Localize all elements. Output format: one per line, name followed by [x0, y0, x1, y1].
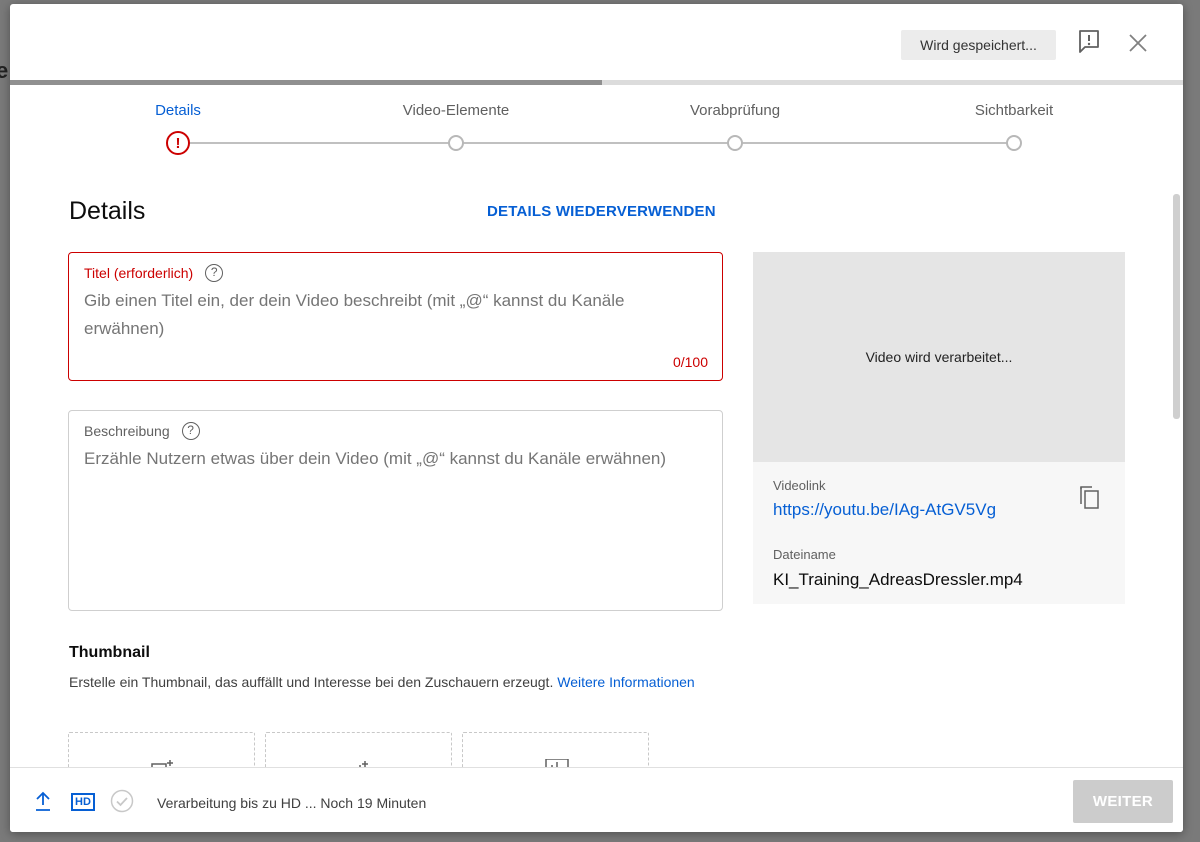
- copy-icon[interactable]: [1078, 484, 1100, 510]
- video-preview-panel: Video wird verarbeitet... Videolink http…: [753, 252, 1125, 604]
- title-char-counter: 0/100: [672, 354, 708, 370]
- hd-badge[interactable]: HD: [71, 793, 95, 811]
- thumbnail-description: Erstelle ein Thumbnail, das auffällt und…: [69, 670, 709, 694]
- title-field-label-text: Titel (erforderlich): [84, 265, 194, 281]
- thumbnail-description-text: Erstelle ein Thumbnail, das auffällt und…: [69, 674, 554, 690]
- scrollbar-thumb[interactable]: [1173, 194, 1180, 419]
- test-thumbnail-option[interactable]: [462, 732, 649, 767]
- description-field[interactable]: Beschreibung ?: [68, 410, 723, 611]
- step-connector: [456, 142, 735, 144]
- title-help-icon[interactable]: ?: [205, 264, 224, 282]
- step-visibility-label[interactable]: Sichtbarkeit: [975, 102, 1053, 119]
- processing-status-text: Verarbeitung bis zu HD ... Noch 19 Minut…: [157, 795, 427, 811]
- video-link[interactable]: https://youtu.be/IAg-AtGV5Vg: [773, 500, 996, 520]
- image-upload-icon: [151, 760, 173, 767]
- step-checks-label[interactable]: Vorabprüfung: [690, 102, 780, 119]
- reuse-details-button[interactable]: DETAILS WIEDERVERWENDEN: [487, 203, 716, 220]
- chart-icon: [545, 759, 569, 767]
- dialog-footer: HD Verarbeitung bis zu HD ... Noch 19 Mi…: [10, 767, 1183, 832]
- upload-dialog: Wird gespeichert... Details Video-Elemen…: [10, 4, 1183, 832]
- step-details-label[interactable]: Details: [155, 102, 201, 119]
- upload-thumbnail-option[interactable]: [68, 732, 255, 767]
- dialog-header: Wird gespeichert...: [10, 4, 1183, 80]
- filename-label: Dateiname: [773, 547, 836, 562]
- description-help-icon[interactable]: ?: [181, 422, 200, 440]
- filename-value: KI_Training_AdreasDressler.mp4: [773, 570, 1023, 589]
- auto-thumbnail-option[interactable]: [265, 732, 452, 767]
- sparkle-icon: [359, 761, 368, 767]
- title-field-label: Titel (erforderlich) ?: [84, 264, 224, 282]
- thumbnail-learn-more-link[interactable]: Weitere Informationen: [557, 674, 694, 690]
- thumbnail-heading: Thumbnail: [69, 644, 150, 661]
- step-visibility-dot[interactable]: [1006, 135, 1022, 151]
- step-video-elements-dot[interactable]: [448, 135, 464, 151]
- description-field-label: Beschreibung ?: [84, 422, 200, 440]
- details-content: Details DETAILS WIEDERVERWENDEN Titel (e…: [10, 165, 1183, 767]
- saving-status-chip: Wird gespeichert...: [901, 30, 1056, 60]
- details-heading: Details: [69, 197, 146, 225]
- video-link-label: Videolink: [773, 478, 826, 493]
- step-checks-dot[interactable]: [727, 135, 743, 151]
- step-navigation: Details Video-Elemente Vorabprüfung Sich…: [10, 85, 1183, 165]
- feedback-icon[interactable]: [1077, 28, 1101, 56]
- title-input[interactable]: [84, 287, 704, 343]
- step-video-elements-label[interactable]: Video-Elemente: [403, 102, 509, 119]
- step-details-error-icon[interactable]: !: [166, 131, 190, 155]
- video-processing-placeholder: Video wird verarbeitet...: [753, 252, 1125, 462]
- backdrop-partial-text: e: [0, 58, 9, 83]
- close-icon[interactable]: [1126, 31, 1150, 55]
- step-connector: [190, 142, 456, 144]
- check-circle-icon[interactable]: [110, 789, 134, 813]
- upload-icon[interactable]: [34, 790, 52, 812]
- description-input[interactable]: [84, 445, 704, 585]
- next-button[interactable]: WEITER: [1073, 780, 1173, 823]
- description-field-label-text: Beschreibung: [84, 423, 170, 439]
- title-field[interactable]: Titel (erforderlich) ? 0/100: [68, 252, 723, 381]
- step-connector: [735, 142, 1014, 144]
